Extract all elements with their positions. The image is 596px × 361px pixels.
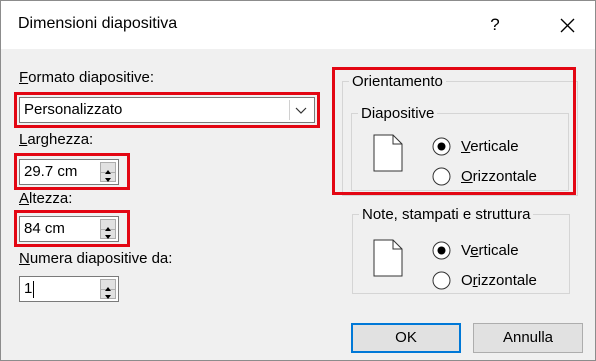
ok-button[interactable]: OK [351,323,461,353]
highlight-height [14,210,130,247]
width-label: Larghezza: [19,131,94,148]
highlight-format [14,92,320,128]
radio-unchecked-icon [432,271,451,290]
notes-portrait-radio[interactable]: Verticale [432,241,572,263]
dialog-title: Dimensioni diapositiva [18,15,178,32]
close-icon [560,18,575,33]
text-cursor [33,281,34,298]
help-button[interactable]: ? [475,7,515,43]
height-label: Altezza: [19,190,73,207]
notes-landscape-label: Orizzontale [461,272,537,289]
highlight-orientation [332,67,576,195]
highlight-width [14,153,130,190]
numbering-label: Numera diapositive da: [19,250,173,267]
format-label: Formato diapositive: [19,69,155,86]
help-icon: ? [490,15,500,34]
cancel-button[interactable]: Annulla [473,323,583,353]
numbering-spin-buttons[interactable] [100,279,116,299]
notes-portrait-label: Verticale [461,242,519,259]
first-slide-number-spinner[interactable]: 1 [19,276,119,302]
title-bar: Dimensioni diapositiva ? [1,1,595,49]
close-button[interactable] [545,7,589,43]
notes-orientation-label: Note, stampati e struttura [362,206,531,223]
first-slide-number-value: 1 [24,280,33,297]
radio-checked-icon [432,241,451,260]
spin-down-icon[interactable] [101,289,115,299]
notes-page-icon [373,239,403,277]
slide-size-dialog: Dimensioni diapositiva ? Formato diaposi… [0,0,596,361]
notes-landscape-radio[interactable]: Orizzontale [432,271,572,293]
